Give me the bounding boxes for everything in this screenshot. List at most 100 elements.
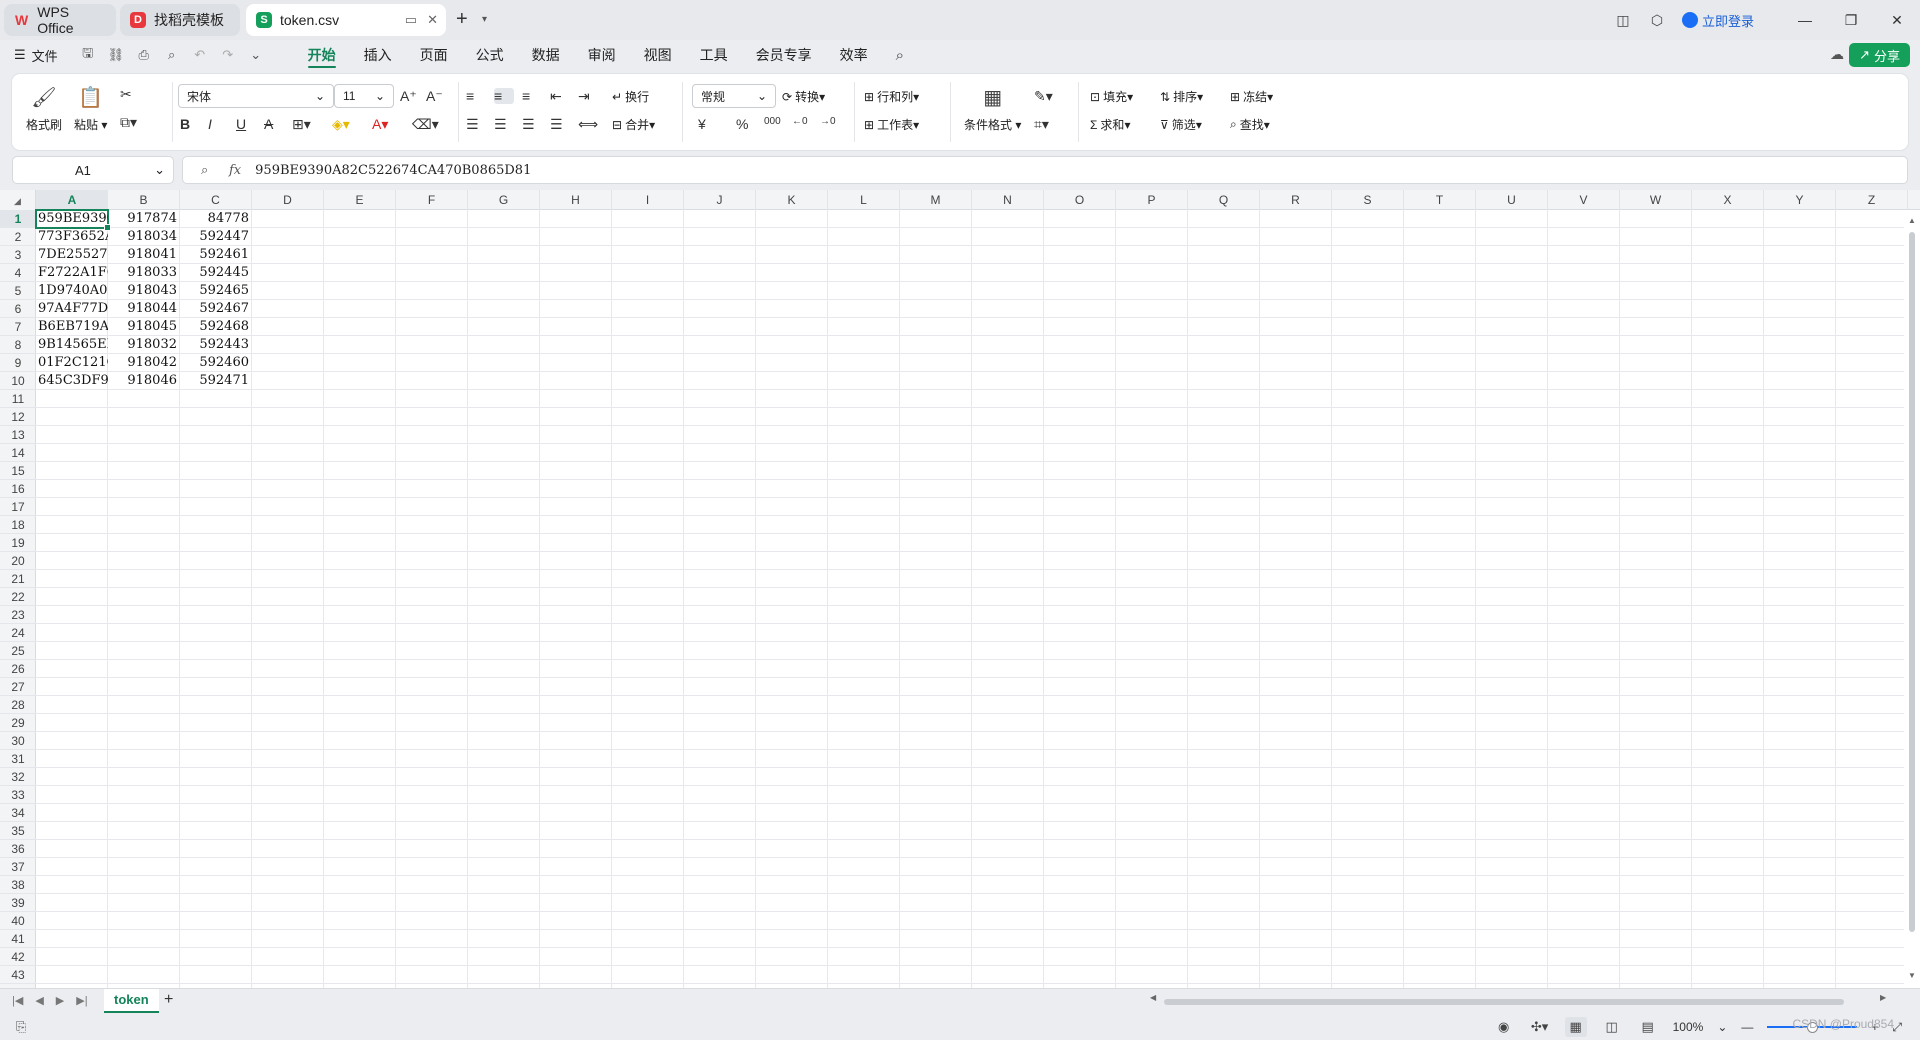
cell-c2[interactable]: 592447: [180, 228, 252, 246]
tab-token-csv[interactable]: S token.csv ▭ ✕: [246, 4, 446, 36]
cell-a10[interactable]: 645C3DF95: [36, 372, 108, 390]
align-top-icon[interactable]: ≡: [466, 88, 486, 104]
login-button[interactable]: 立即登录: [1681, 11, 1754, 30]
cell-b7[interactable]: 918045: [108, 318, 180, 336]
eye-protect-icon[interactable]: ◉: [1493, 1017, 1515, 1037]
prev-sheet-icon[interactable]: ◀: [35, 994, 43, 1007]
font-size-select[interactable]: 11 ⌄: [334, 84, 394, 108]
column-header-r[interactable]: R: [1260, 190, 1332, 210]
cell-b4[interactable]: 918033: [108, 264, 180, 282]
sheet-tab-token[interactable]: token: [104, 989, 159, 1013]
column-header-t[interactable]: T: [1404, 190, 1476, 210]
cell-a2[interactable]: 773F3652A: [36, 228, 108, 246]
tab-view[interactable]: 视图: [630, 40, 686, 70]
chevron-down-icon[interactable]: ▾: [482, 14, 487, 25]
fill-color-icon[interactable]: ◈▾: [332, 116, 352, 133]
row-header[interactable]: 8: [0, 336, 36, 354]
preview-icon[interactable]: ⌕: [164, 47, 180, 63]
row-header[interactable]: 17: [0, 498, 36, 516]
vertical-scroll-thumb[interactable]: [1909, 232, 1915, 932]
row-header[interactable]: 27: [0, 678, 36, 696]
cell-a9[interactable]: 01F2C121C: [36, 354, 108, 372]
merge-button[interactable]: ⊟ 合并 ▾: [612, 116, 655, 133]
row-header[interactable]: 12: [0, 408, 36, 426]
column-header-q[interactable]: Q: [1188, 190, 1260, 210]
cell-c1[interactable]: 84778: [180, 210, 252, 228]
sum-button[interactable]: Σ 求和 ▾: [1090, 116, 1130, 133]
cell-c5[interactable]: 592465: [180, 282, 252, 300]
tab-page[interactable]: 页面: [406, 40, 462, 70]
print-icon[interactable]: ⎙: [136, 47, 152, 63]
new-tab-icon[interactable]: +: [456, 8, 468, 31]
percent-button[interactable]: %: [736, 116, 756, 132]
cell-b2[interactable]: 918034: [108, 228, 180, 246]
row-header[interactable]: 24: [0, 624, 36, 642]
font-family-select[interactable]: 宋体 ⌄: [178, 84, 334, 108]
column-header-g[interactable]: G: [468, 190, 540, 210]
more-chevron-icon[interactable]: ⌄: [248, 47, 264, 63]
tab-efficiency[interactable]: 效率: [826, 40, 882, 70]
normal-view-icon[interactable]: ▦: [1564, 1017, 1587, 1037]
increase-font-icon[interactable]: A⁺: [400, 88, 420, 105]
next-sheet-icon[interactable]: ▶: [56, 994, 64, 1007]
crop-icon[interactable]: ⌗▾: [1034, 116, 1054, 133]
row-header[interactable]: 28: [0, 696, 36, 714]
justify-icon[interactable]: ☰: [550, 116, 570, 133]
row-header[interactable]: 42: [0, 948, 36, 966]
cell-b3[interactable]: 918041: [108, 246, 180, 264]
column-header-i[interactable]: I: [612, 190, 684, 210]
formula-input[interactable]: ⌕ fx 959BE9390A82C522674CA470B0865D81: [182, 156, 1908, 184]
row-header[interactable]: 37: [0, 858, 36, 876]
align-bottom-icon[interactable]: ≡: [522, 88, 542, 104]
column-header-h[interactable]: H: [540, 190, 612, 210]
tab-review[interactable]: 审阅: [574, 40, 630, 70]
save-icon[interactable]: 🖫: [80, 44, 96, 66]
column-header-p[interactable]: P: [1116, 190, 1188, 210]
row-header[interactable]: 7: [0, 318, 36, 336]
wrap-button[interactable]: ↵ 换行: [612, 88, 649, 105]
search-icon[interactable]: ⌕: [896, 47, 904, 64]
first-sheet-icon[interactable]: |◀: [12, 994, 23, 1007]
column-header-w[interactable]: W: [1620, 190, 1692, 210]
cell-c7[interactable]: 592468: [180, 318, 252, 336]
cell-a6[interactable]: 97A4F77D9: [36, 300, 108, 318]
indent-increase-icon[interactable]: ⇥: [578, 88, 598, 105]
column-header-e[interactable]: E: [324, 190, 396, 210]
cell-a1[interactable]: 959BE9390: [36, 210, 108, 228]
row-header[interactable]: 34: [0, 804, 36, 822]
strikethrough-button[interactable]: A: [264, 116, 284, 132]
redo-icon[interactable]: ↷: [220, 47, 236, 63]
format-painter-button[interactable]: 🖌 格式刷: [26, 84, 62, 133]
row-header[interactable]: 5: [0, 282, 36, 300]
row-header[interactable]: 10: [0, 372, 36, 390]
tab-docer[interactable]: D 找稻壳模板: [120, 4, 240, 36]
bold-button[interactable]: B: [180, 116, 200, 132]
distribute-icon[interactable]: ⟺: [578, 116, 598, 133]
function-icon[interactable]: fx: [229, 163, 241, 178]
zoom-formula-icon[interactable]: ⌕: [201, 162, 223, 178]
row-header[interactable]: 2: [0, 228, 36, 246]
row-header[interactable]: 14: [0, 444, 36, 462]
column-header-l[interactable]: L: [828, 190, 900, 210]
cell-c6[interactable]: 592467: [180, 300, 252, 318]
cell-a3[interactable]: 7DE25527F: [36, 246, 108, 264]
tab-home[interactable]: 开始: [294, 40, 350, 70]
indent-decrease-icon[interactable]: ⇤: [550, 88, 570, 105]
column-header-y[interactable]: Y: [1764, 190, 1836, 210]
row-header[interactable]: 36: [0, 840, 36, 858]
align-center-icon[interactable]: ☰: [494, 116, 514, 133]
column-header-u[interactable]: U: [1476, 190, 1548, 210]
last-sheet-icon[interactable]: ▶|: [76, 994, 87, 1007]
tab-tools[interactable]: 工具: [686, 40, 742, 70]
cell-b10[interactable]: 918046: [108, 372, 180, 390]
restore-button[interactable]: ❐: [1828, 0, 1874, 40]
name-box[interactable]: A1 ⌄: [12, 156, 174, 184]
column-header-o[interactable]: O: [1044, 190, 1116, 210]
sort-button[interactable]: ⇅ 排序 ▾: [1160, 88, 1203, 105]
vertical-scrollbar[interactable]: ▲ ▼: [1908, 216, 1916, 980]
file-menu[interactable]: ☰ 文件: [14, 46, 58, 65]
row-header[interactable]: 19: [0, 534, 36, 552]
row-header[interactable]: 9: [0, 354, 36, 372]
column-header-k[interactable]: K: [756, 190, 828, 210]
row-header[interactable]: 21: [0, 570, 36, 588]
